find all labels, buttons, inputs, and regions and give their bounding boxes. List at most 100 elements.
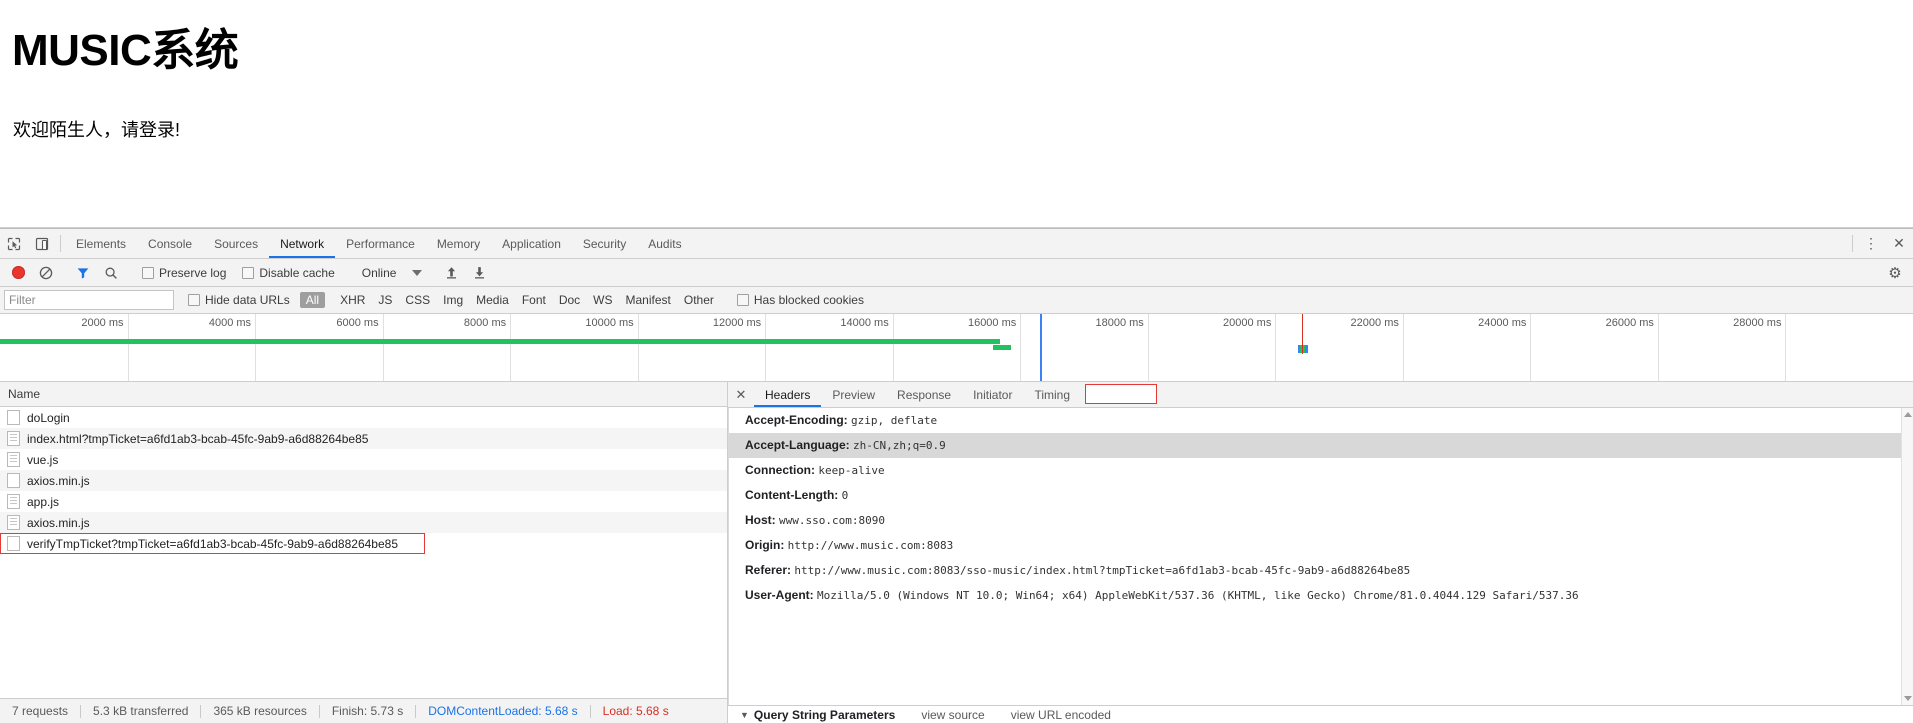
table-row[interactable]: app.js <box>0 491 727 512</box>
timeline-gridline <box>1147 314 1149 381</box>
view-url-encoded-link[interactable]: view URL encoded <box>1011 708 1111 722</box>
clear-icon <box>39 266 53 279</box>
header-value: 0 <box>841 489 849 502</box>
filter-input[interactable] <box>4 290 174 310</box>
export-har-button[interactable] <box>465 265 493 280</box>
header-row[interactable]: Connection: keep-alive <box>729 458 1913 483</box>
detail-tab-response[interactable]: Response <box>886 382 962 407</box>
disable-cache-checkbox[interactable]: Disable cache <box>234 266 342 280</box>
request-list[interactable]: doLogin index.html?tmpTicket=a6fd1ab3-bca… <box>0 407 727 698</box>
tab-sources[interactable]: Sources <box>203 229 269 258</box>
detail-tab-initiator[interactable]: Initiator <box>962 382 1023 407</box>
filter-type-other[interactable]: Other <box>678 292 720 308</box>
header-row[interactable]: Origin: http://www.music.com:8083 <box>729 533 1913 558</box>
caret-down-icon[interactable]: ▼ <box>740 710 749 720</box>
tab-elements[interactable]: Elements <box>65 229 137 258</box>
header-value: keep-alive <box>818 464 885 477</box>
import-har-button[interactable] <box>437 265 465 280</box>
detail-tab-headers[interactable]: Headers <box>754 382 821 407</box>
header-row[interactable]: Host: www.sso.com:8090 <box>729 508 1913 533</box>
request-name: axios.min.js <box>27 473 90 488</box>
overview-request-band <box>993 345 1011 350</box>
network-overview-timeline[interactable]: 2000 ms 4000 ms 6000 ms 8000 ms 10000 ms 1200… <box>0 314 1913 382</box>
timeline-gridline <box>510 314 512 381</box>
devtools-panel: Elements Console Sources Network Perform… <box>0 228 1913 723</box>
detail-scrollbar[interactable] <box>1901 408 1913 705</box>
filter-type-media[interactable]: Media <box>470 292 515 308</box>
tab-audits[interactable]: Audits <box>637 229 692 258</box>
tab-security[interactable]: Security <box>572 229 637 258</box>
query-string-parameters-section[interactable]: ▼ Query String Parameters view source vi… <box>728 705 1913 723</box>
close-detail-icon[interactable]: ✕ <box>728 382 754 407</box>
throttling-select[interactable]: Online <box>352 266 429 280</box>
page-title: MUSIC系统 <box>12 26 239 75</box>
settings-gear-icon[interactable]: ⚙ <box>1881 264 1909 282</box>
table-row[interactable]: verifyTmpTicket?tmpTicket=a6fd1ab3-bcab-… <box>0 533 425 554</box>
inspect-element-icon[interactable] <box>0 229 28 258</box>
request-detail-panel: ✕ Headers Preview Response Initiator Tim… <box>728 382 1913 723</box>
clear-button[interactable] <box>32 266 60 280</box>
web-page-content: MUSIC系统 欢迎陌生人，请登录! <box>0 0 1913 228</box>
header-row[interactable]: Accept-Language: zh-CN,zh;q=0.9 <box>729 433 1913 458</box>
timeline-gridline <box>765 314 767 381</box>
blank-doc-icon <box>7 536 20 551</box>
has-blocked-cookies-checkbox[interactable]: Has blocked cookies <box>729 293 872 307</box>
detail-tab-timing[interactable]: Timing <box>1023 382 1081 407</box>
toggle-device-toolbar-icon[interactable] <box>28 229 56 258</box>
filter-type-doc[interactable]: Doc <box>553 292 586 308</box>
status-resources: 365 kB resources <box>213 704 307 718</box>
table-row[interactable]: doLogin <box>0 407 727 428</box>
close-devtools-icon[interactable]: ✕ <box>1885 229 1913 258</box>
table-row[interactable]: axios.min.js <box>0 470 727 491</box>
filter-button[interactable] <box>69 266 97 280</box>
tab-label: Preview <box>832 387 876 402</box>
filter-type-xhr[interactable]: XHR <box>334 292 371 308</box>
blank-doc-icon <box>7 473 20 488</box>
filter-type-css[interactable]: CSS <box>399 292 436 308</box>
filter-type-manifest[interactable]: Manifest <box>620 292 677 308</box>
detail-tab-preview[interactable]: Preview <box>821 382 886 407</box>
request-headers-list[interactable]: Accept-Encoding: gzip, deflate Accept-Lan… <box>728 408 1913 705</box>
header-name: Content-Length: <box>745 488 839 502</box>
header-row[interactable]: Accept-Encoding: gzip, deflate <box>729 408 1913 433</box>
timeline-tick-label: 14000 ms <box>840 317 889 329</box>
status-requests: 7 requests <box>12 704 69 718</box>
scroll-down-icon[interactable] <box>1904 696 1912 701</box>
timeline-tick-label: 16000 ms <box>967 317 1017 329</box>
overview-request-band <box>0 339 1000 344</box>
status-dom-content-loaded: DOMContentLoaded: 5.68 s <box>428 704 578 718</box>
request-name: axios.min.js <box>27 515 90 530</box>
status-transferred: 5.3 kB transferred <box>93 704 189 718</box>
tab-performance[interactable]: Performance <box>335 229 426 258</box>
more-options-icon[interactable]: ⋮ <box>1857 229 1885 258</box>
network-status-bar: 7 requests 5.3 kB transferred 365 kB res… <box>0 698 727 723</box>
hide-data-urls-checkbox[interactable]: Hide data URLs <box>180 293 298 307</box>
header-row[interactable]: Referer: http://www.music.com:8083/sso-m… <box>729 558 1913 583</box>
tab-application[interactable]: Application <box>491 229 572 258</box>
record-button[interactable] <box>4 266 32 279</box>
request-list-header[interactable]: Name <box>0 382 727 407</box>
preserve-log-checkbox[interactable]: Preserve log <box>134 266 234 280</box>
search-button[interactable] <box>97 266 125 280</box>
tab-label: Initiator <box>973 387 1013 402</box>
scroll-up-icon[interactable] <box>1904 412 1912 417</box>
filter-type-font[interactable]: Font <box>516 292 552 308</box>
checkbox-box <box>188 294 200 306</box>
timeline-gridline <box>1402 314 1404 381</box>
filter-type-ws[interactable]: WS <box>587 292 618 308</box>
tab-console[interactable]: Console <box>137 229 203 258</box>
header-row[interactable]: User-Agent: Mozilla/5.0 (Windows NT 10.0… <box>729 583 1913 608</box>
tab-memory[interactable]: Memory <box>426 229 491 258</box>
header-row[interactable]: Content-Length: 0 <box>729 483 1913 508</box>
preserve-log-label: Preserve log <box>159 265 227 280</box>
table-row[interactable]: axios.min.js <box>0 512 727 533</box>
filter-type-js[interactable]: JS <box>372 292 398 308</box>
throttling-value: Online <box>361 265 397 280</box>
filter-type-all[interactable]: All <box>299 292 326 308</box>
tab-network[interactable]: Network <box>269 229 335 258</box>
view-source-link[interactable]: view source <box>921 708 984 722</box>
table-row[interactable]: vue.js <box>0 449 727 470</box>
filter-type-img[interactable]: Img <box>437 292 469 308</box>
table-row[interactable]: index.html?tmpTicket=a6fd1ab3-bcab-45fc-… <box>0 428 727 449</box>
timeline-tick-label: 4000 ms <box>208 317 252 329</box>
